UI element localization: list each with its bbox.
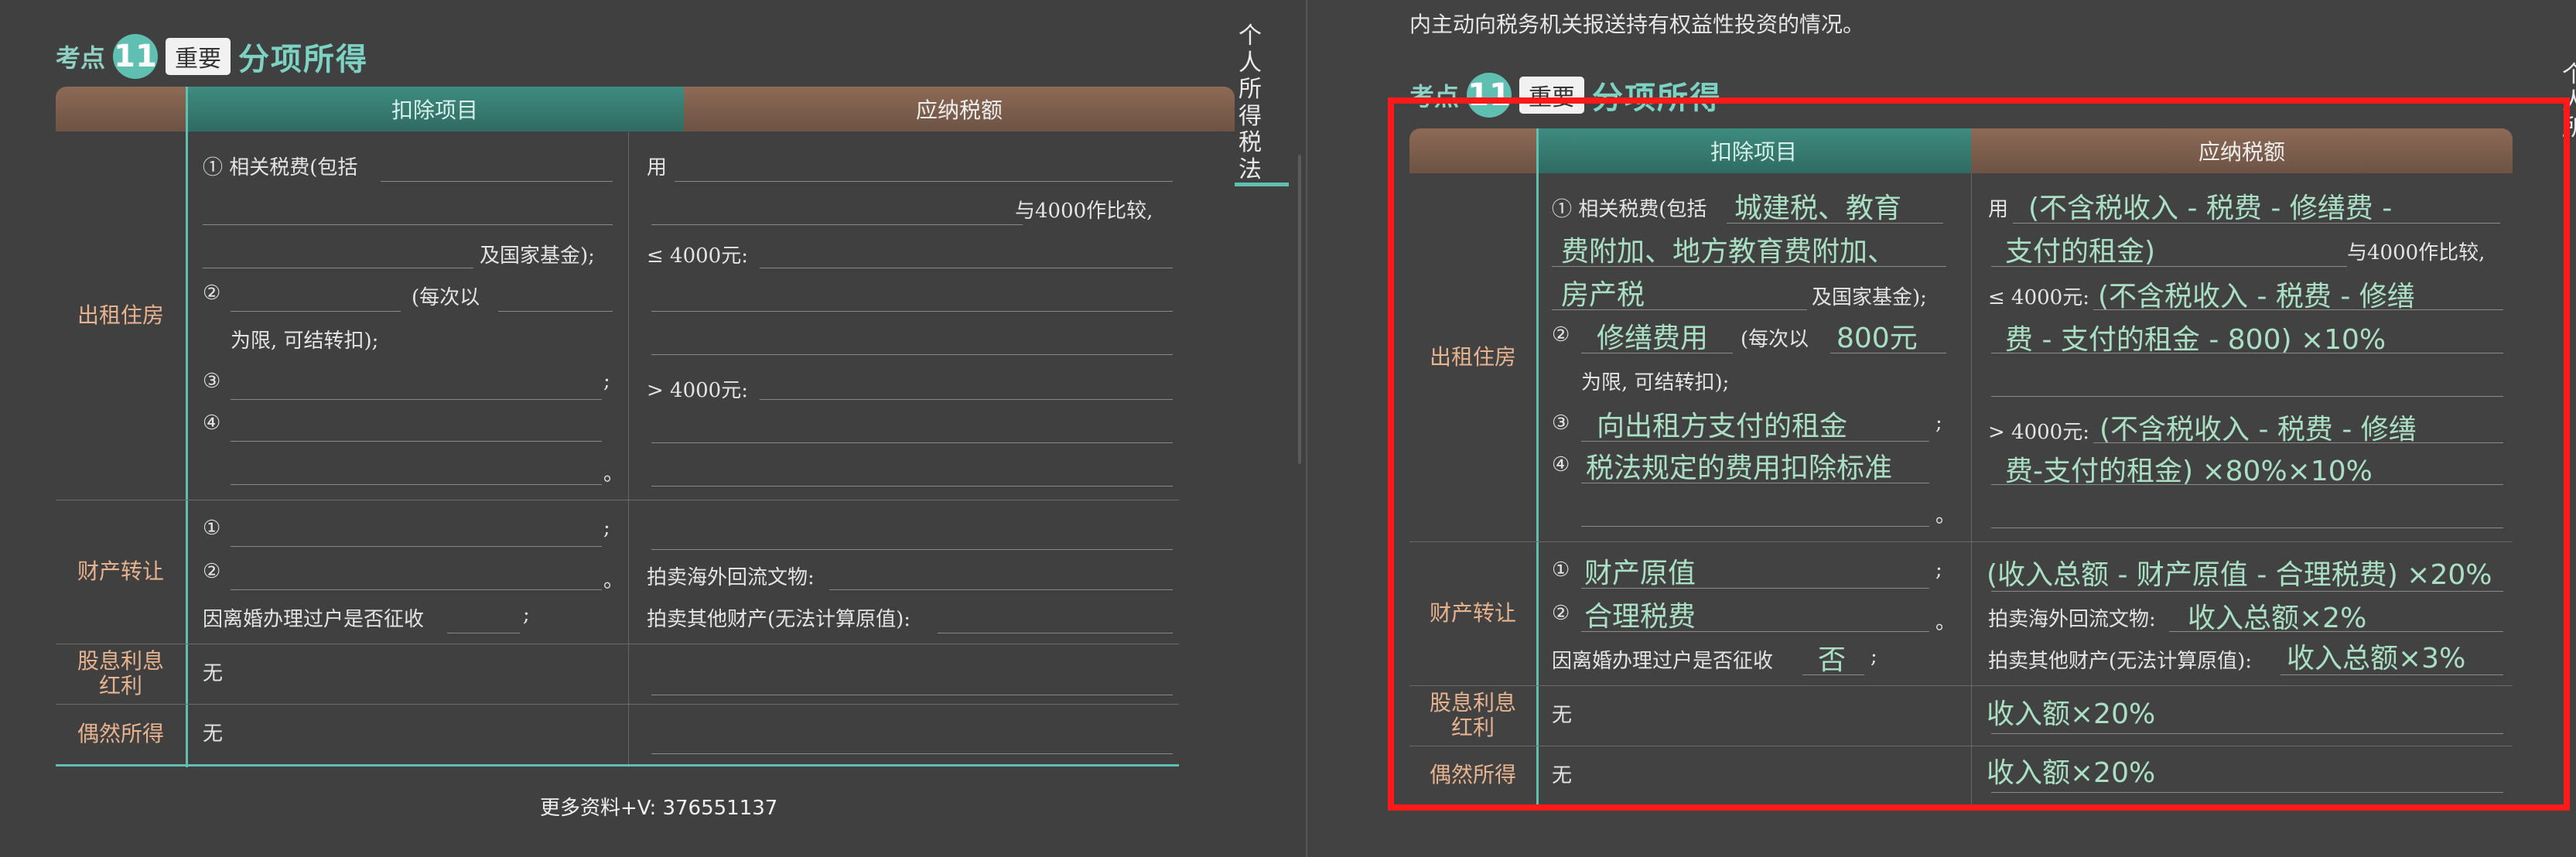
rental-d4-prefix: ④ — [203, 411, 221, 435]
rental-d2-suffix: 为限, 可结转扣); — [231, 329, 379, 353]
blank-line — [651, 354, 1173, 355]
column-divider-thin — [628, 131, 629, 767]
blank-line — [651, 753, 1173, 754]
right-page: 内主动向税务机关报送持有权益性投资的情况。 考点 11 重要 分项所得 扣除项目… — [1307, 0, 2576, 857]
transfer-d1-end: ; — [603, 517, 610, 540]
rental-d2-prefix: ② — [203, 282, 221, 305]
deduction-table: 扣除项目 应纳税额 出租住房 ① 相关税费(包括 及国家基金); ② (每次以 … — [56, 87, 1235, 767]
accidental-deduction: 无 — [203, 722, 224, 746]
row-label-transfer: 财产转让 — [77, 558, 164, 584]
blank-line — [381, 181, 613, 182]
side-tab-char: 个 — [2562, 62, 2576, 88]
header-deduction: 扣除项目 — [186, 87, 684, 131]
rental-d2-mid: (每次以 — [412, 286, 480, 309]
transfer-t2-prefix: 拍卖海外回流文物: — [647, 566, 815, 589]
rental-t1-suffix: 与4000作比较, — [1015, 200, 1153, 223]
blank-line — [651, 311, 1173, 312]
left-page: 考点 11 重要 分项所得 扣除项目 应纳税额 出租住房 ① 相关税费(包括 及… — [0, 0, 1306, 857]
blank-line — [651, 224, 1023, 225]
row-label-dividend: 股息利息 红利 — [56, 644, 186, 704]
blank-line — [651, 442, 1173, 443]
table-bottom-border — [56, 764, 1179, 767]
header-blank-cell — [56, 87, 186, 131]
rental-d1-prefix: ① 相关税费(包括 — [203, 156, 358, 179]
header-tax: 应纳税额 — [684, 87, 1235, 131]
row-label-dividend-line1: 股息利息 — [77, 647, 164, 674]
importance-badge: 重要 — [166, 38, 231, 75]
side-tab-underline — [1235, 183, 1289, 186]
transfer-d3-prefix: 因离婚办理过户是否征收 — [203, 608, 425, 631]
blank-line — [231, 311, 401, 312]
rental-d4-end: 。 — [603, 463, 624, 486]
transfer-d2-prefix: ② — [203, 560, 221, 583]
rental-t3-prefix: > 4000元: — [647, 379, 748, 402]
blank-line — [675, 181, 1173, 182]
row-divider — [56, 704, 1179, 705]
side-tab-char: 人 — [1238, 49, 1262, 77]
side-tab-char: 得 — [1238, 102, 1262, 130]
side-tab-char: 法 — [1238, 155, 1262, 183]
dividend-deduction: 无 — [203, 662, 224, 685]
transfer-d2-end: 。 — [603, 569, 624, 592]
rental-d1-suffix: 及国家基金); — [480, 244, 595, 268]
blank-line — [231, 589, 602, 590]
transfer-d3-end: ; — [523, 603, 530, 627]
blank-line — [498, 311, 613, 312]
side-tab-personal-income-tax[interactable]: 个 人 所 得 税 法 — [1235, 22, 1266, 183]
blank-line — [231, 484, 602, 485]
highlight-box — [1388, 97, 2570, 811]
rental-t1-prefix: 用 — [647, 156, 668, 179]
blank-line — [651, 549, 1173, 550]
blank-line — [829, 589, 1173, 590]
blank-line — [760, 399, 1173, 400]
side-tab-char: 个 — [1238, 22, 1262, 50]
blank-line — [651, 486, 1173, 487]
row-label-accidental: 偶然所得 — [77, 720, 164, 746]
kaodian-label: 考点 — [56, 43, 106, 73]
blank-line — [231, 546, 602, 547]
blank-line — [231, 441, 602, 442]
scrollbar[interactable] — [1298, 155, 1301, 464]
rental-t2-prefix: ≤ 4000元: — [647, 244, 748, 268]
column-divider — [186, 87, 188, 767]
transfer-d1-prefix: ① — [203, 517, 221, 540]
section-number-badge: 11 — [113, 34, 159, 79]
rental-d3-end: ; — [603, 370, 610, 393]
blank-line — [231, 399, 602, 400]
rental-d3-prefix: ③ — [203, 370, 221, 393]
row-label-rental: 出租住房 — [77, 302, 164, 328]
row-label-dividend-line2: 红利 — [98, 673, 142, 698]
transfer-t3-prefix: 拍卖其他财产(无法计算原值): — [647, 608, 911, 631]
blank-line — [203, 224, 613, 225]
previous-text-line: 内主动向税务机关报送持有权益性投资的情况。 — [1409, 12, 1865, 37]
footer-contact: 更多资料+V: 376551137 — [540, 797, 778, 820]
section-heading: 考点 11 重要 分项所得 — [56, 34, 368, 79]
side-tab-char: 税 — [1238, 129, 1262, 156]
section-title: 分项所得 — [238, 42, 369, 77]
side-tab-char: 所 — [1238, 76, 1262, 103]
